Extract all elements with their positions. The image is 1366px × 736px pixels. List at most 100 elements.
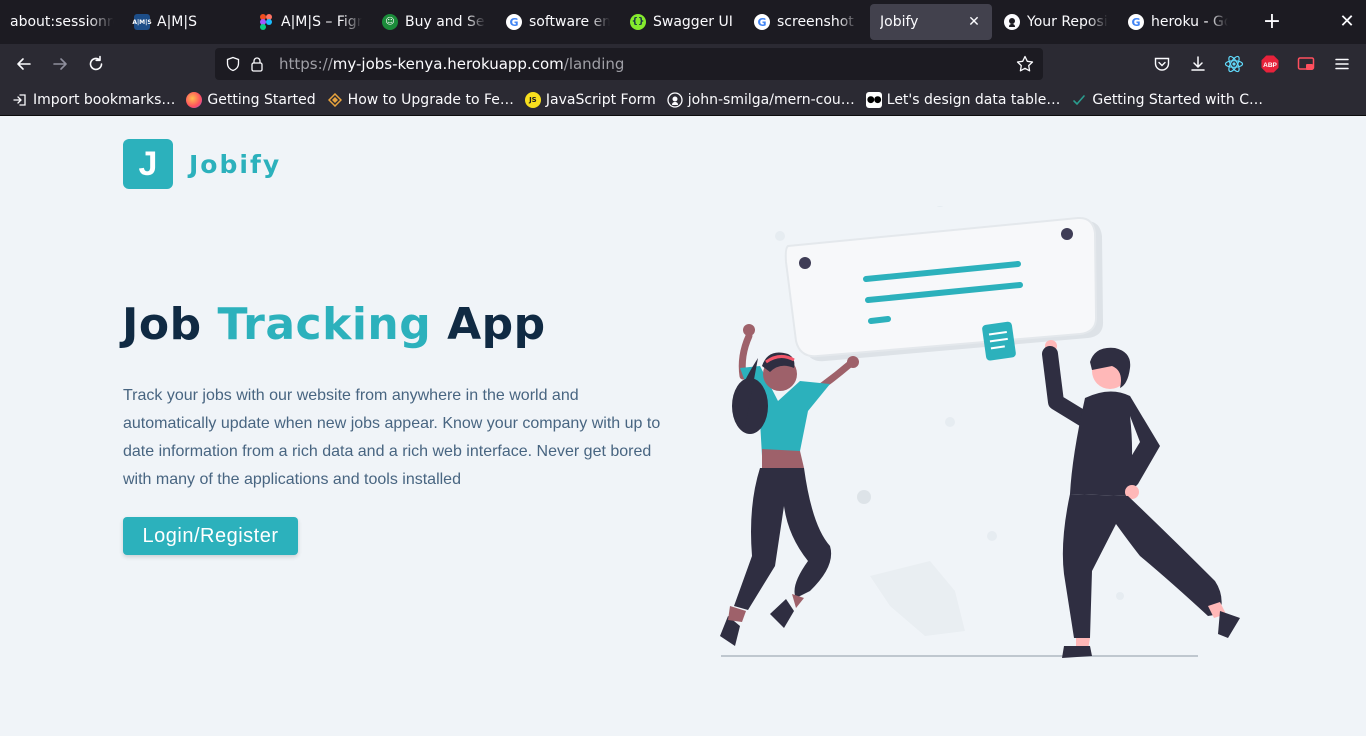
decor-dot [945,417,955,427]
forward-arrow-icon [53,58,67,70]
bookmark-label: Getting Started with C… [1092,91,1263,108]
tab-title: screenshot of [777,14,858,30]
bookmark-label: Let's design data table… [886,91,1061,108]
back-arrow-icon [17,58,31,70]
bookmark-upgrade[interactable]: How to Upgrade to Fe… [327,92,514,108]
bookmarks-toolbar: Import bookmarks… Getting Started How to… [0,84,1366,116]
tab-title: Jobify [880,14,919,30]
tab-google-screenshot[interactable]: G screenshot of [744,4,868,40]
landing-page: J Jobify Job Tracking App Track your job… [0,116,1366,736]
google-icon: G [1128,14,1144,30]
tab-title: about:sessionrestore [10,14,114,30]
hero-illustration [720,206,1240,658]
logo-text: Jobify [189,149,282,179]
bookmark-label: Getting Started [207,91,316,108]
tab-title: Your Repositories [1027,14,1108,30]
tab-google-search[interactable]: G software engineer [496,4,620,40]
title-part-1: Job [122,299,202,350]
tab-jobify[interactable]: Jobify ✕ [870,4,992,40]
downloads-icon[interactable] [1188,54,1208,74]
new-tab-button[interactable]: + [1262,11,1282,33]
bookmark-label: Import bookmarks… [33,91,176,108]
forward-button[interactable] [48,52,72,76]
diamond-icon [327,92,343,108]
tab-session-restore[interactable]: about:sessionrestore [0,4,124,40]
tab-figma[interactable]: A|M|S – Figma [248,4,372,40]
bookmark-js-form[interactable]: JS JavaScript Form [524,91,656,108]
bookmark-label: How to Upgrade to Fe… [347,91,514,108]
window-close-button[interactable]: ✕ [1338,12,1356,32]
screenshot-extension-icon[interactable] [1296,54,1316,74]
bookmark-getting-started-c[interactable]: Getting Started with C… [1071,92,1263,108]
bookmark-github-mern[interactable]: john-smilga/mern-cou… [667,92,855,108]
decor-dot [857,490,871,504]
document-icon [982,321,1016,361]
decor-dot [1116,592,1124,600]
import-icon [12,92,28,108]
tab-title: Swagger UI [653,14,733,30]
card-pin [799,257,811,269]
tab-buy-sell[interactable]: ☺ Buy and Sell [372,4,496,40]
github-icon [1004,14,1020,30]
url-path: /landing [563,55,625,73]
github-icon [667,91,683,108]
smiley-icon: ☺ [382,14,398,30]
firefox-icon [186,91,203,108]
card-pin [1061,228,1073,240]
tab-google-heroku[interactable]: G heroku - Google [1118,4,1238,40]
check-icon [1071,92,1087,108]
tab-title: A|M|S – Figma [281,14,362,30]
back-button[interactable] [12,52,36,76]
hero-description: Track your jobs with our website from an… [123,387,661,488]
reload-icon [89,55,103,71]
tab-title: A|M|S [157,14,197,30]
tab-title: software engineer [529,14,610,30]
tab-github-repos[interactable]: Your Repositories [994,4,1118,40]
bookmark-label: john-smilga/mern-cou… [687,91,855,108]
bookmark-data-table[interactable]: ●● Let's design data table… [865,91,1061,108]
tab-swagger[interactable]: {} Swagger UI [620,4,744,40]
figma-icon [258,14,274,30]
tab-strip: about:sessionrestore A|M|S A|M|S A|M|S –… [0,0,1366,44]
logo[interactable]: J Jobify [123,139,281,189]
tab-title: Buy and Sell [405,14,486,30]
adblock-plus-icon[interactable]: ABP [1260,54,1280,74]
tab-ams[interactable]: A|M|S A|M|S [124,4,248,40]
page-title: Job Tracking App [122,299,546,350]
navigation-toolbar: https://my-jobs-kenya.herokuapp.com/land… [0,44,1366,84]
man-figure [1042,340,1240,658]
lock-icon[interactable] [247,54,267,74]
url-bar[interactable]: https://my-jobs-kenya.herokuapp.com/land… [215,48,1043,80]
woman-figure [720,324,859,646]
google-icon: G [506,14,522,30]
google-icon: G [754,14,770,30]
reload-button[interactable] [84,52,108,76]
close-tab-icon[interactable]: ✕ [966,14,982,30]
card-line [868,316,891,324]
bookmark-import[interactable]: Import bookmarks… [12,92,175,108]
message-card [784,216,1098,358]
hamburger-menu-icon[interactable] [1332,54,1352,74]
decor-dot [987,531,997,541]
svg-text:ABP: ABP [1263,62,1277,69]
title-part-2: App [447,299,546,350]
login-register-button[interactable]: Login/Register [123,517,298,555]
js-icon: JS [524,91,541,108]
ams-icon: A|M|S [132,14,152,30]
logo-mark: J [123,139,173,189]
decor-dot [775,231,785,241]
shield-icon[interactable] [223,54,243,74]
url-host: my-jobs-kenya.herokuapp.com [332,55,564,73]
bookmark-getting-started[interactable]: Getting Started [186,91,316,108]
tab-title: heroku - Google [1151,14,1228,30]
title-accent: Tracking [217,299,432,350]
url-text[interactable]: https://my-jobs-kenya.herokuapp.com/land… [279,55,624,73]
pocket-icon[interactable] [1152,54,1172,74]
bookmark-label: JavaScript Form [545,91,656,108]
decor-dot [936,206,944,207]
bookmark-star-icon[interactable] [1015,54,1035,74]
react-devtools-icon[interactable] [1224,54,1244,74]
decor-shape [870,561,965,636]
swagger-icon: {} [630,14,646,30]
medium-icon: ●● [865,91,882,108]
